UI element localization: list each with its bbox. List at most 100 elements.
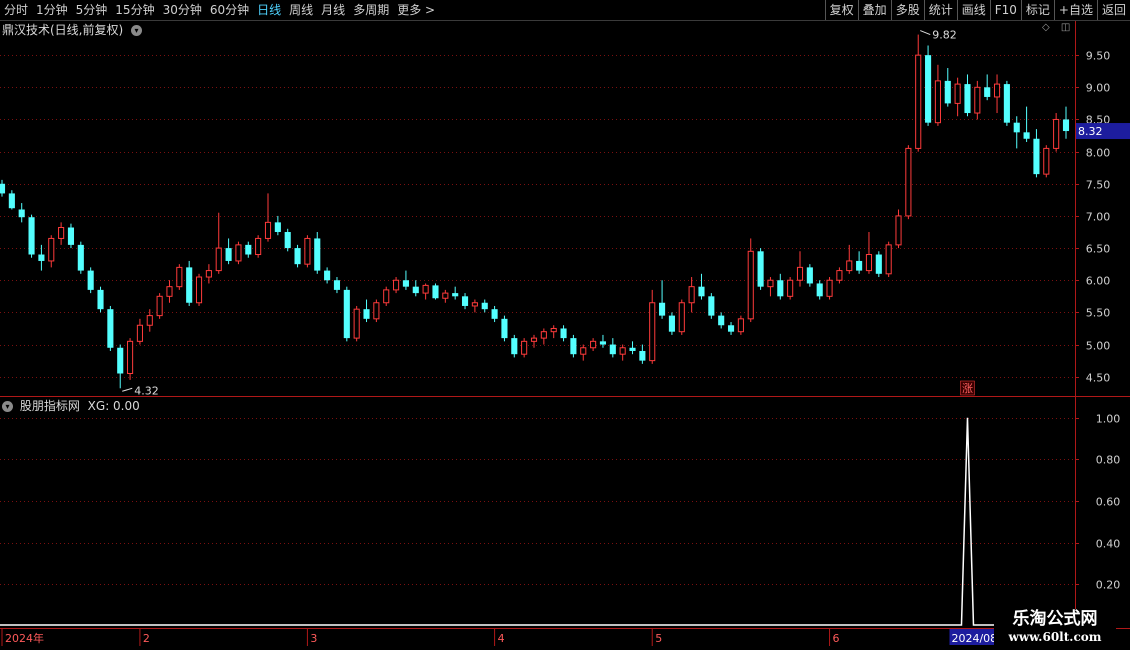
candle-down [284, 232, 291, 249]
candle-down [964, 84, 971, 114]
candle-down [757, 251, 764, 287]
candle-down [274, 222, 281, 233]
month-label: 6 [833, 632, 840, 645]
candle-down [67, 227, 75, 245]
candle-down [1003, 84, 1010, 123]
month-label: 2024年 [5, 631, 44, 645]
candle-down [107, 309, 114, 348]
candle-down [97, 289, 104, 310]
candle-up [826, 279, 833, 297]
candle-down [77, 244, 84, 271]
candle-down [0, 183, 6, 194]
indicator-value: XG: 0.00 [87, 399, 140, 413]
candle-down [461, 296, 469, 306]
candle-down [363, 309, 370, 319]
indicator-title-bar: ▾ 股朋指标网 XG: 0.00 [2, 398, 140, 414]
window-toggle-icon[interactable]: ◫ [1061, 22, 1070, 33]
candle-down [777, 280, 784, 297]
candle-down [708, 296, 715, 316]
indicator-tick-label: 0.60 [1096, 496, 1121, 509]
candle-down [402, 280, 409, 287]
candle-up [48, 237, 55, 262]
low-price-label: 4.32 [134, 384, 159, 397]
candle-up [954, 83, 961, 104]
candle-down [18, 209, 25, 218]
candle-up [373, 302, 380, 320]
kline-chart-canvas[interactable]: 9.509.008.508.007.507.006.506.005.505.00… [0, 0, 1130, 650]
candle-down [984, 87, 991, 97]
candle-up [215, 247, 222, 272]
candle-up [422, 284, 429, 294]
candle-down [1033, 138, 1040, 175]
candle-up [934, 80, 941, 124]
candle-down [944, 80, 951, 104]
candle-up [590, 340, 597, 349]
candle-down [8, 193, 15, 209]
candle-down [609, 344, 616, 355]
candle-down [333, 280, 341, 290]
candle-down [806, 267, 813, 284]
candle-down [668, 315, 675, 332]
candle-up [530, 337, 538, 342]
candle-down [560, 328, 567, 339]
indicator-tick-label: 0.40 [1096, 538, 1121, 551]
candle-up [747, 250, 754, 320]
candle-down [816, 283, 823, 297]
candle-down [491, 309, 498, 319]
candle-up [974, 86, 981, 114]
candle-down [225, 248, 232, 261]
stock-title: 鼎汉技术(日线,前复权) [2, 23, 124, 37]
candle-up [580, 347, 587, 355]
price-tick-label: 5.00 [1086, 340, 1111, 353]
candle-down [117, 347, 124, 374]
candle-up [136, 324, 143, 342]
candle-up [846, 260, 853, 272]
chevron-down-icon[interactable]: ▾ [131, 25, 143, 36]
chevron-down-icon[interactable]: ▾ [2, 401, 13, 412]
candle-down [87, 270, 94, 290]
candle-down [925, 55, 932, 123]
candle-up [1043, 147, 1050, 175]
candle-up [235, 244, 242, 262]
candle-up [540, 331, 547, 339]
watermark: 乐淘公式网 www.60lt.com [994, 609, 1116, 649]
candle-up [383, 289, 390, 304]
candle-down [511, 338, 518, 355]
candle-up [58, 227, 65, 239]
candle-up [885, 244, 892, 275]
high-price-label: 9.82 [932, 29, 957, 42]
candle-up [895, 215, 902, 246]
candle-up [550, 327, 557, 333]
month-label: 5 [655, 632, 662, 645]
candle-up [146, 315, 153, 326]
price-tick-label: 5.50 [1086, 307, 1111, 320]
diamond-icon[interactable]: ◇ [1042, 22, 1050, 33]
candle-up [255, 237, 262, 256]
candle-down [432, 285, 439, 299]
candle-down [727, 325, 735, 332]
candle-down [481, 302, 488, 310]
candle-down [28, 217, 35, 255]
price-tick-label: 7.50 [1086, 179, 1111, 192]
candle-down [1062, 119, 1070, 132]
candle-down [659, 302, 666, 316]
candle-down [718, 315, 725, 326]
candle-down [875, 254, 882, 274]
candle-down [343, 289, 350, 339]
candle-up [767, 279, 774, 288]
candle-down [1023, 132, 1030, 139]
candle-down [501, 318, 508, 339]
candle-down [324, 270, 331, 281]
candle-up [865, 254, 873, 272]
candle-up [195, 276, 203, 304]
candle-down [698, 286, 705, 297]
month-label: 3 [310, 632, 317, 645]
candle-up [205, 270, 212, 278]
candle-up [471, 302, 478, 307]
candle-up [166, 286, 173, 297]
candle-up [649, 302, 656, 362]
month-label: 2 [143, 632, 150, 645]
candle-down [639, 350, 646, 361]
indicator-tick-label: 0.80 [1096, 454, 1121, 467]
price-tick-label: 4.50 [1086, 372, 1111, 385]
